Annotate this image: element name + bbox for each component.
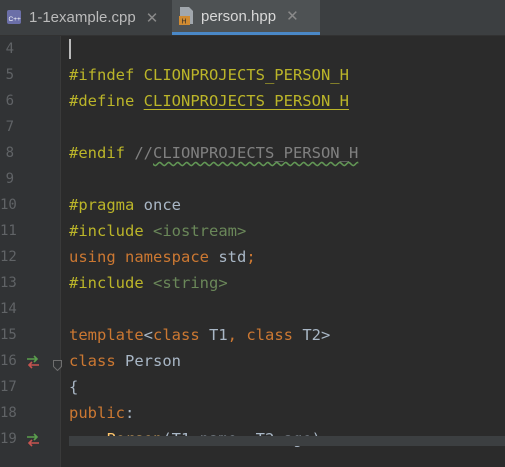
code-line: 14: [0, 296, 505, 322]
code-line: 12 using namespace std;: [0, 244, 505, 270]
code-line: 8 #endif //CLIONPROJECTS_PERSON_H: [0, 140, 505, 166]
line-number: 12: [0, 249, 17, 265]
fold-marker-icon[interactable]: [53, 356, 62, 372]
code-text: {: [69, 378, 79, 396]
code-text: class Person: [69, 352, 181, 370]
header-file-icon: H: [177, 6, 197, 26]
code-line: 17 {: [0, 374, 505, 400]
code-line: 10 #pragma once: [0, 192, 505, 218]
svg-text:H: H: [182, 19, 187, 26]
code-line: 15 template<class T1, class T2>: [0, 322, 505, 348]
code-line: 7: [0, 114, 505, 140]
code-line: 13 #include <string>: [0, 270, 505, 296]
code-text: #define CLIONPROJECTS_PERSON_H: [69, 92, 349, 110]
code-text: #pragma once: [69, 196, 181, 214]
tab-1-1example-cpp[interactable]: C++ 1-1example.cpp ✕: [0, 0, 170, 35]
text-caret: [69, 39, 71, 59]
implementation-arrows-icon[interactable]: [25, 354, 41, 369]
code-text: #include <string>: [69, 274, 228, 292]
code-line: 9: [0, 166, 505, 192]
implementation-arrows-icon[interactable]: [25, 432, 41, 447]
code-text: using namespace std;: [69, 248, 256, 266]
code-line: 18 public:: [0, 400, 505, 426]
line-number: 13: [0, 275, 17, 291]
line-number: 18: [0, 405, 17, 421]
line-number: 7: [5, 119, 14, 135]
code-editor[interactable]: 4 5 #ifndef CLIONPROJECTS_PERSON_H 6 #de…: [0, 36, 505, 467]
svg-text:C++: C++: [9, 16, 21, 23]
code-line: 4: [0, 36, 505, 62]
line-number: 10: [0, 197, 17, 213]
code-line: 6 #define CLIONPROJECTS_PERSON_H: [0, 88, 505, 114]
line-number: 4: [5, 41, 14, 57]
close-icon[interactable]: ✕: [286, 7, 299, 25]
line-number: 16: [0, 353, 17, 369]
code-text: #ifndef CLIONPROJECTS_PERSON_H: [69, 66, 349, 84]
cpp-file-icon: C++: [5, 8, 25, 28]
line-number: 5: [5, 67, 14, 83]
line-number: 15: [0, 327, 17, 343]
code-text: #include <iostream>: [69, 222, 247, 240]
line-number: 17: [0, 379, 17, 395]
code-line: 11 #include <iostream>: [0, 218, 505, 244]
code-line: 5 #ifndef CLIONPROJECTS_PERSON_H: [0, 62, 505, 88]
code-text: #endif //CLIONPROJECTS_PERSON_H: [69, 144, 359, 162]
line-number: 8: [5, 145, 14, 161]
line-number: 11: [0, 223, 17, 239]
line-number: 6: [5, 93, 14, 109]
line-number: 19: [0, 431, 17, 447]
close-icon[interactable]: ✕: [146, 9, 159, 27]
line-number: 14: [0, 301, 17, 317]
code-text: template<class T1, class T2>: [69, 326, 331, 344]
tab-label: 1-1example.cpp: [29, 9, 136, 26]
tab-person-hpp[interactable]: H person.hpp ✕: [172, 0, 320, 35]
code-line: 16 class Person: [0, 348, 505, 374]
tab-label: person.hpp: [201, 7, 277, 25]
line-number: 9: [5, 171, 14, 187]
code-text: public:: [69, 404, 135, 422]
editor-tab-bar: C++ 1-1example.cpp ✕ H person.hpp ✕: [0, 0, 505, 36]
horizontal-scrollbar[interactable]: [69, 436, 505, 446]
